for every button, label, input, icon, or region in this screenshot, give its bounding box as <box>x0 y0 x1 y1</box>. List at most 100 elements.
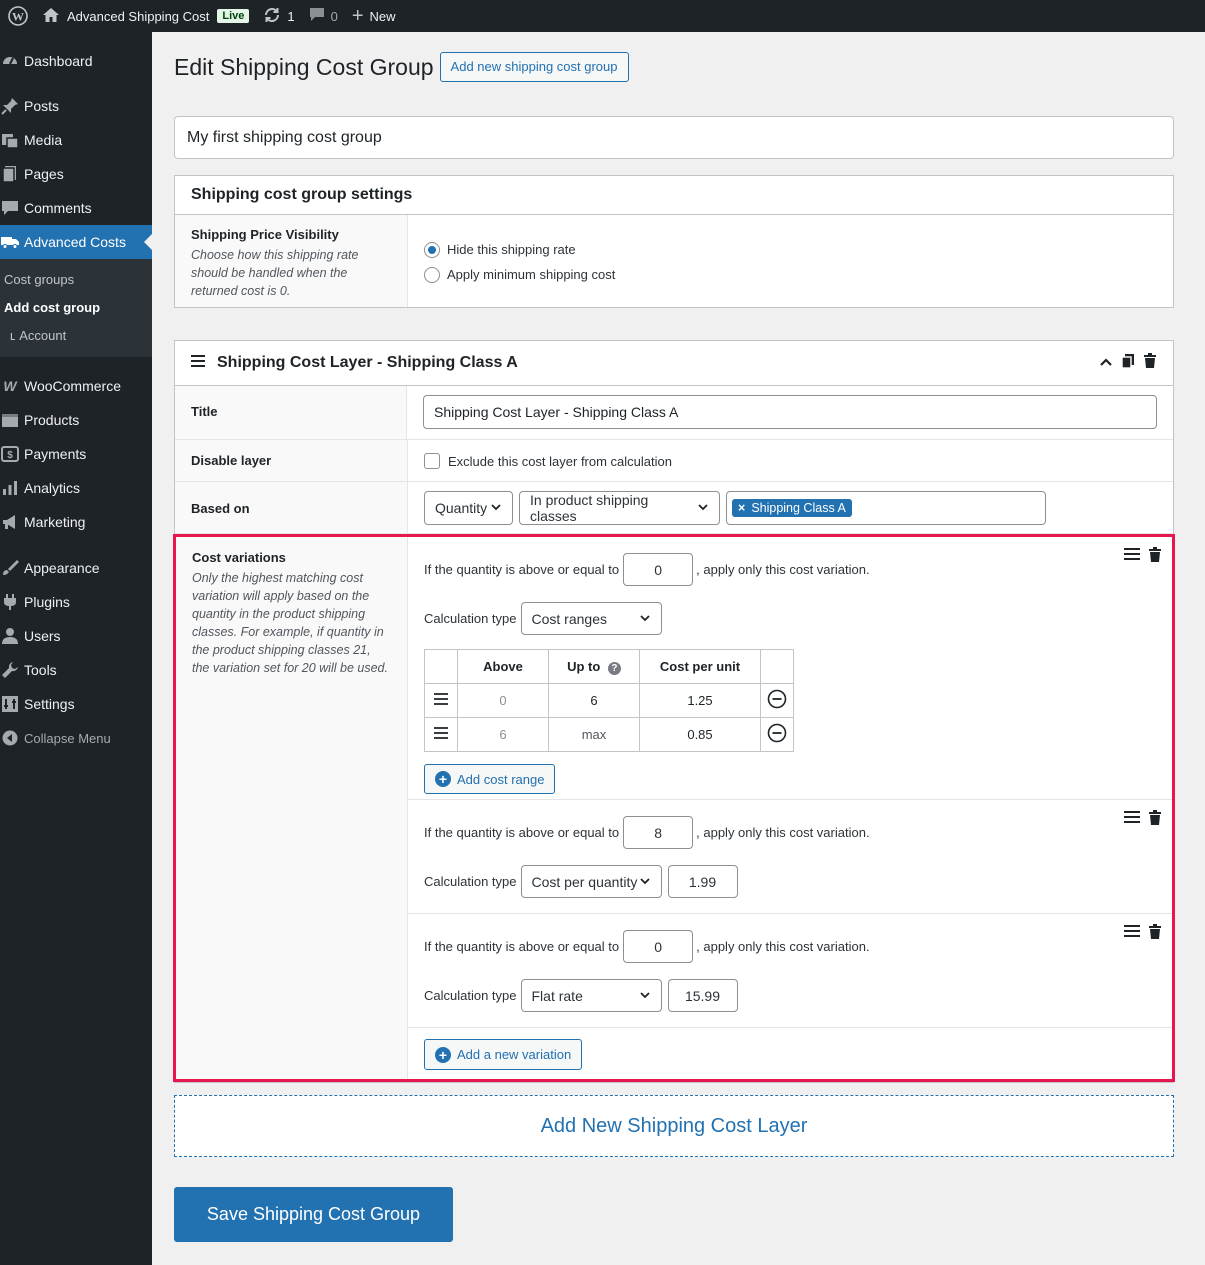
cost-variations-highlight: Cost variations Only the highest matchin… <box>173 534 1175 1082</box>
option-hide-rate[interactable]: Hide this shipping rate <box>424 237 1157 262</box>
trash-icon[interactable] <box>1143 352 1157 374</box>
menu-dashboard[interactable]: Dashboard <box>0 44 152 78</box>
tag-remove-icon[interactable]: × <box>738 501 745 515</box>
dashboard-icon <box>0 52 24 70</box>
new-content-link[interactable]: + New <box>345 0 403 32</box>
calc-type-select[interactable]: Cost per quantity <box>520 865 662 898</box>
site-name-link[interactable]: Advanced Shipping Cost Live <box>36 0 256 32</box>
cell-cost[interactable]: 0.85 <box>639 717 761 752</box>
quantity-threshold-input[interactable]: 0 <box>623 553 694 586</box>
menu-analytics[interactable]: Analytics <box>0 471 152 505</box>
menu-plugins[interactable]: Plugins <box>0 585 152 619</box>
menu-label: Users <box>24 628 61 644</box>
table-header-up-to: Up to ? <box>548 649 640 684</box>
main-content: Edit Shipping Cost Group Add new shippin… <box>173 32 1175 1242</box>
help-icon[interactable]: ? <box>607 661 621 675</box>
cell-up-to[interactable]: 6 <box>548 683 640 718</box>
cost-value-input[interactable]: 1.99 <box>667 865 738 898</box>
cost-variations-label: Cost variations <box>192 550 286 565</box>
menu-users[interactable]: Users <box>0 619 152 653</box>
collapse-label: Collapse Menu <box>24 730 111 746</box>
calc-type-select[interactable]: Flat rate <box>520 979 662 1012</box>
new-label: New <box>369 8 396 24</box>
quantity-threshold-input[interactable]: 0 <box>623 930 694 963</box>
plug-icon <box>0 593 24 611</box>
collapse-up-icon[interactable] <box>1099 354 1113 372</box>
table-header: Cost per unit <box>639 649 761 684</box>
payments-icon: $ <box>0 446 24 462</box>
based-on-select[interactable]: Quantity <box>424 491 513 525</box>
group-name-input[interactable]: My first shipping cost group <box>174 116 1174 159</box>
menu-comments[interactable]: Comments <box>0 191 152 225</box>
quantity-threshold-input[interactable]: 8 <box>623 816 694 849</box>
menu-settings[interactable]: Settings <box>0 687 152 721</box>
menu-label: Media <box>24 132 63 148</box>
row-drag-icon[interactable] <box>424 717 458 752</box>
trash-icon[interactable] <box>1148 547 1162 566</box>
menu-woocommerce[interactable]: W WooCommerce <box>0 369 152 403</box>
remove-row-icon[interactable] <box>760 683 794 718</box>
menu-payments[interactable]: $ Payments <box>0 437 152 471</box>
trash-icon[interactable] <box>1148 924 1162 943</box>
wordpress-logo-icon[interactable]: W <box>0 0 36 32</box>
drag-handle-icon[interactable] <box>1124 810 1140 829</box>
calc-type-select[interactable]: Cost ranges <box>520 602 662 635</box>
svg-text:W: W <box>12 10 24 24</box>
condition-select[interactable]: In product shipping classes <box>519 491 720 525</box>
duplicate-icon[interactable] <box>1121 353 1135 374</box>
visibility-description: Choose how this shipping rate should be … <box>191 248 359 298</box>
radio-selected[interactable] <box>424 241 440 258</box>
option-min-cost[interactable]: Apply minimum shipping cost <box>424 262 1157 287</box>
table-header: Above <box>457 649 549 684</box>
add-cost-range-button[interactable]: + Add cost range <box>424 764 556 794</box>
menu-marketing[interactable]: Marketing <box>0 505 152 539</box>
drag-handle-icon[interactable] <box>191 354 205 372</box>
menu-pages[interactable]: Pages <box>0 157 152 191</box>
cell-above: 6 <box>457 717 549 752</box>
add-variation-button[interactable]: + Add a new variation <box>424 1039 583 1070</box>
variation-block: If the quantity is above or equal to 0 ,… <box>408 537 1172 800</box>
menu-tools[interactable]: Tools <box>0 653 152 687</box>
condition-suffix: , apply only this cost variation. <box>696 939 870 954</box>
cell-cost[interactable]: 1.25 <box>639 683 761 718</box>
menu-label: Pages <box>24 166 64 182</box>
cost-value-input[interactable]: 15.99 <box>667 979 738 1012</box>
option-label: Apply minimum shipping cost <box>447 267 616 282</box>
exclude-layer-checkbox[interactable]: Exclude this cost layer from calculation <box>424 452 1157 470</box>
comments-link[interactable]: 0 <box>302 0 345 32</box>
submenu-account[interactable]: ʟ Account <box>0 321 152 349</box>
shipping-class-tags-input[interactable]: × Shipping Class A <box>726 491 1046 525</box>
table-header-empty <box>760 649 794 684</box>
submenu-add-cost-group[interactable]: Add cost group <box>0 293 152 321</box>
menu-posts[interactable]: Posts <box>0 89 152 123</box>
submenu-cost-groups[interactable]: Cost groups <box>0 265 152 293</box>
add-new-layer-button[interactable]: Add New Shipping Cost Layer <box>174 1095 1174 1157</box>
condition-prefix: If the quantity is above or equal to <box>424 939 620 954</box>
settings-heading: Shipping cost group settings <box>175 176 1173 215</box>
layer-title-input[interactable]: Shipping Cost Layer - Shipping Class A <box>423 395 1157 429</box>
disable-layer-label: Disable layer <box>191 453 272 468</box>
cell-up-to[interactable]: max <box>548 717 640 752</box>
chevron-down-icon <box>490 501 504 515</box>
remove-row-icon[interactable] <box>760 717 794 752</box>
menu-advanced-costs[interactable]: Advanced Costs <box>0 225 152 259</box>
comment-icon <box>0 199 24 217</box>
updates-count: 1 <box>287 8 295 24</box>
menu-label: Tools <box>24 662 57 678</box>
checkbox[interactable] <box>424 453 440 469</box>
row-drag-icon[interactable] <box>424 683 458 718</box>
drag-handle-icon[interactable] <box>1124 924 1140 943</box>
comments-count: 0 <box>330 8 338 24</box>
menu-appearance[interactable]: Appearance <box>0 551 152 585</box>
chevron-down-icon <box>639 989 653 1003</box>
menu-products[interactable]: Products <box>0 403 152 437</box>
save-group-button[interactable]: Save Shipping Cost Group <box>174 1187 453 1242</box>
menu-media[interactable]: Media <box>0 123 152 157</box>
updates-link[interactable]: 1 <box>256 0 301 32</box>
add-new-group-button[interactable]: Add new shipping cost group <box>439 52 629 82</box>
trash-icon[interactable] <box>1148 810 1162 829</box>
drag-handle-icon[interactable] <box>1124 547 1140 566</box>
collapse-menu-button[interactable]: Collapse Menu <box>0 721 152 755</box>
radio-unselected[interactable] <box>424 266 440 283</box>
menu-label: Comments <box>24 200 92 216</box>
